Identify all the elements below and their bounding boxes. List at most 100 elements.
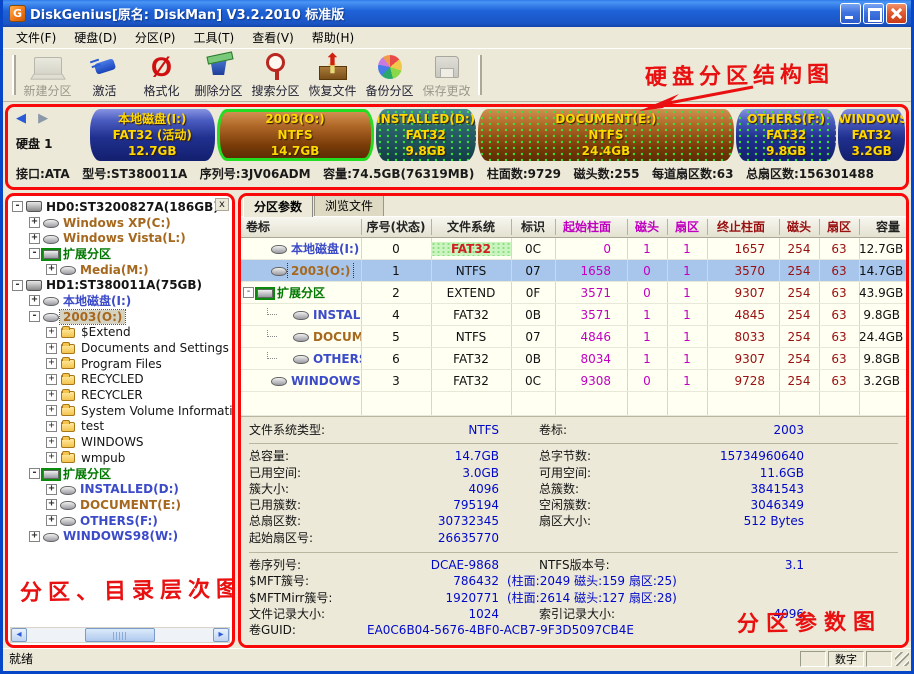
tree-expander[interactable]: + (46, 499, 57, 511)
column-header[interactable]: 卷标 (241, 217, 361, 237)
toolbar-button[interactable]: 删除分区 (190, 49, 247, 101)
tree-item[interactable]: + Documents and Settings (8, 340, 232, 356)
tree-item[interactable]: - HD1:ST380011A(75GB) (8, 277, 232, 293)
table-row[interactable]: OTHERS(F:) 6 FAT32 0B 8034 1 1 9307 254 … (241, 348, 906, 370)
column-header[interactable]: 起始柱面 (555, 217, 627, 237)
tree-expander[interactable]: + (46, 264, 57, 276)
partition-block[interactable]: DOCUMENT(E:) NTFS 24.4GB (477, 109, 735, 161)
tree-expander[interactable]: + (46, 436, 57, 448)
menu-item[interactable]: 帮助(H) (303, 27, 363, 48)
tree-expander[interactable]: + (46, 483, 57, 495)
tree-item[interactable]: + WINDOWS98(W:) (8, 528, 232, 544)
column-header[interactable]: 扇区 (667, 217, 707, 237)
close-button[interactable] (886, 3, 907, 24)
tab[interactable]: 浏览文件 (314, 196, 385, 216)
tree-item[interactable]: + Program Files (8, 356, 232, 372)
tree-expander[interactable]: + (46, 326, 57, 338)
tree-panel-close-icon[interactable]: x (215, 198, 229, 211)
toolbar-button[interactable]: 新建分区 (19, 49, 76, 101)
menu-item[interactable]: 文件(F) (7, 27, 65, 48)
next-disk-arrow[interactable]: ▶ (38, 111, 52, 126)
partition-block[interactable]: WINDOWS98(W:) FAT32 3.2GB (838, 109, 905, 161)
toolbar-button[interactable]: 备份分区 (361, 49, 418, 101)
tree-expander[interactable]: + (29, 530, 40, 542)
toolbar-button[interactable]: 搜索分区 (247, 49, 304, 101)
partition-block[interactable]: INSTALLED(D:) FAT32 9.8GB (375, 109, 476, 161)
column-header[interactable]: 序号(状态) (361, 217, 431, 237)
tree-item[interactable]: + RECYCLED (8, 372, 232, 388)
tree-item[interactable]: + INSTALLED(D:) (8, 481, 232, 497)
table-row[interactable]: - 扩展分区 2 EXTEND 0F 3571 0 1 9307 254 63 (241, 282, 906, 304)
toolbar-button[interactable]: 激活 (76, 49, 133, 101)
tree-expander[interactable]: + (46, 373, 57, 385)
tree-item[interactable]: + System Volume Informati (8, 403, 232, 419)
tree-expander[interactable]: + (46, 358, 57, 370)
table-row[interactable]: 2003(O:) 1 NTFS 07 1658 0 1 3570 254 63 … (241, 260, 906, 282)
tree-item[interactable]: + OTHERS(F:) (8, 513, 232, 529)
tree-expander[interactable]: + (46, 342, 57, 354)
partition-block[interactable]: 2003(O:) NTFS 14.7GB (216, 109, 374, 161)
table-row[interactable]: DOCUMENT(E:) 5 NTFS 07 4846 1 1 8033 254… (241, 326, 906, 348)
tree-expander[interactable]: - (29, 311, 40, 323)
tree-expander[interactable]: + (46, 452, 57, 464)
table-row[interactable]: WINDOWS98(W:) 3 FAT32 0C 9308 0 1 9728 2… (241, 370, 906, 392)
column-header[interactable]: 终止柱面 (707, 217, 779, 237)
tree-item[interactable]: + RECYCLER (8, 387, 232, 403)
scrollbar-track[interactable] (27, 628, 213, 642)
tree-item[interactable]: - 扩展分区 (8, 466, 232, 482)
menu-item[interactable]: 分区(P) (126, 27, 185, 48)
tree-item[interactable]: + wmpub (8, 450, 232, 466)
prev-disk-arrow[interactable]: ◀ (16, 111, 30, 126)
toolbar-button[interactable]: 保存更改 (418, 49, 475, 101)
tree-expander[interactable]: + (46, 405, 57, 417)
maximize-button[interactable] (863, 3, 884, 24)
table-row[interactable]: 本地磁盘(I:) 0 FAT32 0C 0 1 1 1657 254 63 12… (241, 238, 906, 260)
tab[interactable]: 分区参数 (243, 196, 314, 217)
tree-item[interactable]: + Windows Vista(L:) (8, 230, 232, 246)
tree-item[interactable]: - 扩展分区 (8, 246, 232, 262)
tree-expander[interactable]: + (29, 232, 40, 244)
tree-expander[interactable]: - (12, 201, 23, 213)
tree-expander[interactable]: - (29, 468, 40, 480)
tree-item[interactable]: + $Extend (8, 325, 232, 341)
column-header[interactable]: 磁头 (627, 217, 667, 237)
tree-item[interactable]: + Windows XP(C:) (8, 215, 232, 231)
tree-expander[interactable]: + (46, 420, 57, 432)
column-header[interactable]: 文件系统 (431, 217, 511, 237)
row-expander[interactable]: - (243, 287, 254, 298)
tree-horizontal-scrollbar[interactable]: ◂ ▸ (10, 627, 230, 643)
tree-item[interactable]: - 2003(O:) (8, 308, 232, 325)
tree-expander[interactable]: + (29, 217, 40, 229)
column-header[interactable]: 磁头 (779, 217, 819, 237)
detail-row: 起始扇区号: 26635770 (249, 530, 499, 545)
minimize-button[interactable] (840, 3, 861, 24)
partition-block[interactable]: OTHERS(F:) FAT32 9.8GB (736, 109, 837, 161)
table-row[interactable]: INSTALLED(D:) 4 FAT32 0B 3571 1 1 4845 2… (241, 304, 906, 326)
titlebar[interactable]: G DiskGenius[原名: DiskMan] V3.2.2010 标准版 (3, 0, 911, 27)
menu-item[interactable]: 工具(T) (185, 27, 244, 48)
tree-item[interactable]: - HD0:ST3200827A(186GB) (8, 199, 232, 215)
column-header[interactable]: 容量 (859, 217, 906, 237)
start-sector-cell: 1 (683, 307, 691, 322)
toolbar-button[interactable]: 格式化 (133, 49, 190, 101)
resize-grip[interactable] (895, 651, 909, 666)
tree-expander[interactable]: + (46, 515, 57, 527)
tree-item[interactable]: + 本地磁盘(I:) (8, 293, 232, 309)
partition-block[interactable]: 本地磁盘(I:) FAT32 (活动) 12.7GB (90, 109, 215, 161)
tree-expander[interactable]: + (46, 389, 57, 401)
tree-expander[interactable]: + (29, 295, 40, 307)
tree-item[interactable]: + test (8, 419, 232, 435)
tree-item[interactable]: + WINDOWS (8, 434, 232, 450)
menu-item[interactable]: 查看(V) (243, 27, 303, 48)
tree-expander[interactable]: - (29, 248, 40, 260)
tree-item[interactable]: + Media(M:) (8, 262, 232, 278)
column-header[interactable]: 标识 (511, 217, 555, 237)
scroll-right-icon[interactable]: ▸ (213, 628, 229, 642)
tree-expander[interactable]: - (12, 279, 23, 291)
scroll-left-icon[interactable]: ◂ (11, 628, 27, 642)
scrollbar-thumb[interactable] (85, 628, 155, 642)
toolbar-button[interactable]: 恢复文件 (304, 49, 361, 101)
tree-item[interactable]: + DOCUMENT(E:) (8, 497, 232, 513)
column-header[interactable]: 扇区 (819, 217, 859, 237)
menu-item[interactable]: 硬盘(D) (65, 27, 126, 48)
